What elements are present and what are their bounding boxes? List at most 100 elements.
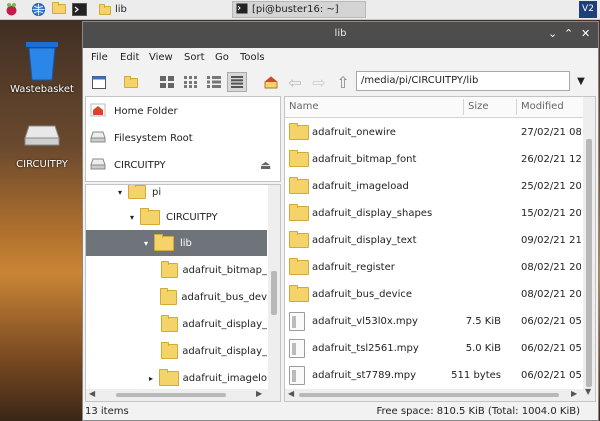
menu-edit[interactable]: Edit (120, 52, 139, 63)
folder-icon (289, 204, 309, 221)
file-row[interactable]: adafruit_vl53l0x.mpy 7.5 KiB 06/02/21 05… (285, 308, 581, 335)
file-row[interactable]: adafruit_bitmap_font 26/02/21 12:3 (285, 146, 581, 173)
compact-view-icon[interactable] (204, 72, 224, 92)
icon-view-icon[interactable] (157, 72, 177, 92)
menu-tools[interactable]: Tools (240, 52, 265, 63)
expand-arrow-icon[interactable]: ▾ (140, 239, 152, 248)
scroll-thumb[interactable] (586, 139, 592, 387)
menu-bar: File Edit View Sort Go Tools (83, 48, 598, 68)
globe-icon[interactable] (31, 2, 46, 17)
file-row[interactable]: adafruit_tsl2561.mpy 5.0 KiB 06/02/21 05… (285, 335, 581, 362)
column-modified[interactable]: Modified (521, 101, 564, 112)
menu-sort[interactable]: Sort (184, 52, 205, 63)
list-view-icon[interactable] (227, 72, 247, 92)
tree-item-label: CIRCUITPY (166, 211, 218, 223)
scroll-right-icon[interactable]: ▶ (571, 389, 577, 398)
folder-icon (289, 123, 309, 140)
scroll-thumb[interactable] (271, 271, 277, 315)
home-icon[interactable] (261, 72, 281, 92)
expand-arrow-icon[interactable]: ▾ (114, 188, 126, 197)
file-modified: 08/02/21 20:0 (521, 289, 581, 300)
expand-arrow-icon[interactable]: ▸ (145, 374, 157, 383)
list-vertical-scrollbar[interactable]: ▼ (583, 97, 595, 401)
scroll-left-icon[interactable]: ◀ (288, 389, 294, 398)
scroll-down-icon[interactable]: ▼ (585, 387, 591, 396)
tree-item-label: adafruit_bus_dev (181, 291, 267, 303)
free-space: Free space: 810.5 KiB (Total: 1004.0 KiB… (376, 406, 580, 417)
path-input[interactable]: /media/pi/CIRCUITPY/lib (356, 71, 570, 91)
thumbnail-view-icon[interactable] (181, 72, 201, 92)
file-name: adafruit_tsl2561.mpy (312, 343, 419, 354)
tree-horizontal-scrollbar[interactable]: ◀ ▶ (86, 389, 268, 401)
minimize-button[interactable]: ⌄ (548, 28, 557, 40)
file-modified: 09/02/21 21:1 (521, 235, 581, 246)
wastebasket-icon[interactable] (24, 40, 60, 85)
file-row[interactable]: adafruit_imageload 25/02/21 20:2 (285, 173, 581, 200)
file-row[interactable]: adafruit_display_shapes 15/02/21 20:2 (285, 200, 581, 227)
drive-icon[interactable] (24, 124, 60, 149)
tree-item[interactable]: adafruit_display_ (86, 338, 267, 364)
new-window-icon[interactable] (89, 72, 109, 92)
terminal-icon (236, 3, 248, 17)
folder-icon (160, 260, 179, 278)
file-modified: 08/02/21 20:0 (521, 262, 581, 273)
directory-tree: ▾ pi ▾ CIRCUITPY ▾ lib adafruit_bitmap_ … (85, 184, 281, 402)
place-filesystem-root[interactable]: Filesystem Root (90, 127, 193, 149)
raspberry-menu-icon[interactable] (4, 2, 19, 17)
place-circuitpy[interactable]: CIRCUITPY (90, 154, 166, 176)
eject-icon[interactable]: ⏏ (260, 158, 271, 172)
close-button[interactable]: ✕ (581, 28, 590, 40)
place-home-folder[interactable]: Home Folder (90, 100, 178, 122)
tree-item-label: adafruit_display_ (182, 318, 267, 330)
expand-arrow-icon[interactable]: ▾ (126, 213, 138, 222)
menu-file[interactable]: File (91, 52, 108, 63)
folder-icon (160, 314, 179, 332)
file-list: Name Size Modified adafruit_onewire 27/0… (284, 96, 596, 402)
column-size[interactable]: Size (468, 101, 489, 112)
file-manager-icon[interactable] (52, 2, 67, 19)
tree-item[interactable]: ▸ adafruit_imagelo (86, 365, 267, 391)
menu-view[interactable]: View (149, 52, 173, 63)
scroll-thumb[interactable] (299, 393, 559, 397)
path-dropdown-icon[interactable]: ▼ (573, 72, 589, 92)
folder-icon (160, 341, 179, 359)
task-terminal[interactable]: [pi@buster16: ~] (232, 1, 366, 18)
tree-item-lib[interactable]: ▾ lib (86, 230, 267, 256)
file-row[interactable]: adafruit_st7789.mpy 511 bytes 06/02/21 0… (285, 362, 581, 389)
column-name[interactable]: Name (289, 101, 319, 112)
tree-item[interactable]: adafruit_bus_dev (86, 284, 267, 310)
tree-item-label: lib (180, 237, 192, 249)
menu-go[interactable]: Go (215, 52, 229, 63)
list-horizontal-scrollbar[interactable]: ◀ ▶ (285, 389, 583, 401)
vnc-tray-icon[interactable]: V2 (579, 1, 597, 18)
file-row[interactable]: adafruit_bus_device 08/02/21 20:0 (285, 281, 581, 308)
file-name: adafruit_vl53l0x.mpy (312, 316, 418, 327)
folder-icon (99, 4, 111, 15)
scroll-thumb[interactable] (116, 393, 226, 397)
tree-vertical-scrollbar[interactable] (268, 185, 280, 401)
file-row[interactable]: adafruit_register 08/02/21 20:0 (285, 254, 581, 281)
file-modified: 06/02/21 05:1 (521, 316, 581, 327)
file-row[interactable]: adafruit_onewire 27/02/21 08:5 (285, 119, 581, 146)
scroll-right-icon[interactable]: ▶ (256, 389, 262, 398)
place-label: Filesystem Root (114, 132, 193, 144)
folder-icon (289, 150, 309, 167)
title-bar[interactable]: lib ⌄ ⌃ ✕ (83, 22, 598, 48)
file-row[interactable]: adafruit_display_text 09/02/21 21:1 (285, 227, 581, 254)
maximize-button[interactable]: ⌃ (564, 28, 573, 40)
up-arrow-icon[interactable]: ⇧ (333, 72, 353, 92)
file-modified: 06/02/21 05:1 (521, 370, 581, 381)
terminal-icon[interactable] (72, 2, 87, 17)
new-tab-icon[interactable] (121, 72, 141, 92)
scroll-left-icon[interactable]: ◀ (89, 389, 95, 398)
tree-item-pi[interactable]: ▾ pi (86, 185, 267, 205)
task-lib[interactable]: lib (96, 1, 230, 18)
file-size: 7.5 KiB (465, 316, 501, 327)
tree-item[interactable]: adafruit_display_ (86, 311, 267, 337)
forward-arrow-icon[interactable]: ⇨ (309, 72, 329, 92)
file-name: adafruit_onewire (312, 127, 396, 138)
tree-item-circuitpy[interactable]: ▾ CIRCUITPY (86, 204, 267, 230)
back-arrow-icon[interactable]: ⇦ (285, 72, 305, 92)
tree-item[interactable]: adafruit_bitmap_ (86, 257, 267, 283)
task-label: lib (115, 4, 127, 15)
